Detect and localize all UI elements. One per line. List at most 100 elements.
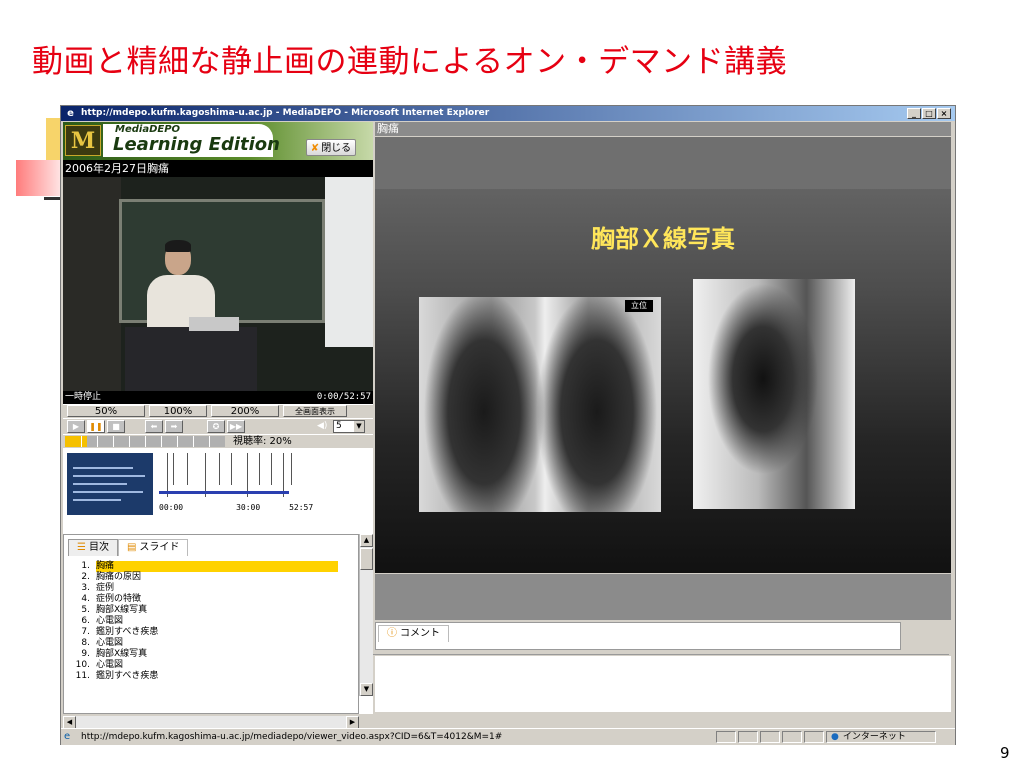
progress-row: 視聴率: 20% bbox=[63, 435, 373, 448]
progress-segment bbox=[97, 436, 98, 447]
toc-item-number: 3. bbox=[81, 583, 90, 593]
progress-segment bbox=[145, 436, 146, 447]
pause-button[interactable]: ❚❚ bbox=[87, 420, 105, 433]
timeline-marker bbox=[219, 453, 220, 485]
toc-hscrollbar[interactable]: ◀ ▶ bbox=[63, 716, 359, 729]
zoom-buttons: 50% 100% 200% 全画面表示 bbox=[63, 405, 373, 418]
toc-item[interactable]: 7. 鑑別すべき疾患 bbox=[68, 627, 338, 638]
window-title: http://mdepo.kufm.kagoshima-u.ac.jp - Me… bbox=[81, 108, 490, 118]
slide-thumbnail[interactable] bbox=[67, 453, 153, 515]
page-number: 9 bbox=[1000, 744, 1010, 762]
toc-item[interactable]: 10. 心電図 bbox=[68, 660, 338, 671]
tab-contents[interactable]: ☰ 目次 bbox=[68, 539, 118, 556]
progress-segment bbox=[193, 436, 194, 447]
progress-fill bbox=[65, 436, 88, 447]
slide-name: 胸痛 bbox=[375, 122, 951, 136]
toc-item[interactable]: 6. 心電図 bbox=[68, 616, 338, 627]
toc-item-number: 6. bbox=[81, 616, 90, 626]
toc-scrollbar[interactable]: ▲ ▼ bbox=[359, 534, 373, 696]
timeline-label-end: 52:57 bbox=[289, 503, 314, 512]
status-cell bbox=[760, 731, 780, 743]
toc-list: 1. 胸痛 2. 胸痛の原因 3. 症例 4. 症例の特徴 5. 胸部X線写真 6. 心電図 7. 鑑別す… bbox=[68, 561, 338, 682]
slide-panel: 胸痛 胸部Ｘ線写真 立位 ⓘ コメント bbox=[373, 122, 953, 714]
tab-comment[interactable]: ⓘ コメント bbox=[378, 625, 449, 642]
toc-item-label: 心電図 bbox=[96, 660, 124, 670]
video-laptop bbox=[189, 317, 239, 331]
sync-button[interactable]: ✪ bbox=[207, 420, 225, 433]
timeline-track bbox=[159, 491, 289, 494]
scroll-thumb[interactable] bbox=[360, 548, 373, 570]
zoom-50-button[interactable]: 50% bbox=[67, 405, 145, 417]
play-time: 0:00/52:57 bbox=[316, 392, 371, 402]
toc-item[interactable]: 11. 鑑別すべき疾患 bbox=[68, 671, 338, 682]
toc-item-number: 2. bbox=[81, 572, 90, 582]
volume-select[interactable]: 5 ▼ bbox=[333, 420, 365, 433]
progress-bar[interactable] bbox=[65, 436, 225, 447]
comment-panel: ⓘ コメント bbox=[375, 622, 901, 650]
fast-forward-button[interactable]: ▶▶ bbox=[227, 420, 245, 433]
toc-item-number: 7. bbox=[81, 627, 90, 637]
prev-slide-button[interactable]: ⬅ bbox=[145, 420, 163, 433]
dropdown-arrow-icon: ▼ bbox=[354, 421, 364, 432]
comment-icon: ⓘ bbox=[387, 628, 397, 639]
view-rate: 視聴率: 20% bbox=[233, 436, 292, 447]
progress-segment bbox=[129, 436, 130, 447]
timeline-label-start: 00:00 bbox=[159, 503, 184, 512]
timeline-marker bbox=[291, 453, 292, 485]
toc-item[interactable]: 9. 胸部X線写真 bbox=[68, 649, 338, 660]
toc-item[interactable]: 2. 胸痛の原因 bbox=[68, 572, 338, 583]
toc-item[interactable]: 1. 胸痛 bbox=[68, 561, 338, 572]
toc-item-number: 4. bbox=[81, 594, 90, 604]
zoom-200-button[interactable]: 200% bbox=[211, 405, 279, 417]
timeline-labels: 00:00 30:00 52:57 bbox=[159, 503, 313, 512]
play-status: 一時停止 bbox=[65, 392, 102, 402]
maximize-button[interactable]: □ bbox=[922, 108, 936, 119]
chest-xray-frontal: 立位 bbox=[419, 297, 661, 512]
toc-item-label: 胸痛 bbox=[96, 561, 338, 572]
window-titlebar[interactable]: e http://mdepo.kufm.kagoshima-u.ac.jp - … bbox=[61, 106, 955, 121]
mediadepo-logo-icon: M bbox=[65, 125, 101, 156]
progress-segment bbox=[161, 436, 162, 447]
video-wall bbox=[63, 177, 121, 391]
volume-icon: ◀) bbox=[317, 421, 328, 431]
close-viewer-button[interactable]: ✘ 閉じる bbox=[306, 139, 356, 156]
slide-band bbox=[375, 137, 951, 189]
status-cell bbox=[738, 731, 758, 743]
close-window-button[interactable]: × bbox=[937, 108, 951, 119]
toc-item[interactable]: 3. 症例 bbox=[68, 583, 338, 594]
timeline-chart[interactable] bbox=[159, 453, 299, 501]
timeline-marker bbox=[173, 453, 174, 485]
progress-segment bbox=[177, 436, 178, 447]
toc-item[interactable]: 8. 心電図 bbox=[68, 638, 338, 649]
slide-footer-band bbox=[375, 574, 951, 620]
toc-item[interactable]: 4. 症例の特徴 bbox=[68, 594, 338, 605]
video-lecturer-hair bbox=[165, 240, 191, 252]
timeline-marker bbox=[259, 453, 260, 485]
timeline-marker bbox=[231, 453, 232, 485]
progress-segment bbox=[113, 436, 114, 447]
stop-button[interactable]: ■ bbox=[107, 420, 125, 433]
player-status-bar: 一時停止 0:00/52:57 bbox=[63, 391, 373, 404]
zoom-100-button[interactable]: 100% bbox=[149, 405, 207, 417]
timeline-label-mid: 30:00 bbox=[236, 503, 261, 512]
globe-icon: ● bbox=[831, 732, 839, 742]
next-slide-button[interactable]: ➡ bbox=[165, 420, 183, 433]
divider bbox=[373, 654, 949, 655]
minimize-button[interactable]: _ bbox=[907, 108, 921, 119]
toc-item[interactable]: 5. 胸部X線写真 bbox=[68, 605, 338, 616]
fullscreen-button[interactable]: 全画面表示 bbox=[283, 405, 347, 417]
page-icon: e bbox=[64, 731, 71, 742]
scroll-down-icon[interactable]: ▼ bbox=[360, 683, 373, 696]
scroll-up-icon[interactable]: ▲ bbox=[360, 534, 373, 547]
toc-item-label: 症例の特徴 bbox=[96, 594, 142, 604]
toc-item-label: 心電図 bbox=[96, 638, 124, 648]
window-controls: _ □ × bbox=[907, 108, 951, 120]
status-cell bbox=[716, 731, 736, 743]
play-button[interactable]: ▶ bbox=[67, 420, 85, 433]
chest-xray-lateral bbox=[693, 279, 855, 509]
progress-segment bbox=[81, 436, 82, 447]
video-player[interactable] bbox=[63, 177, 373, 391]
status-cell bbox=[782, 731, 802, 743]
status-url: http://mdepo.kufm.kagoshima-u.ac.jp/medi… bbox=[81, 732, 503, 742]
tab-slides[interactable]: ▤ スライド bbox=[117, 539, 189, 556]
